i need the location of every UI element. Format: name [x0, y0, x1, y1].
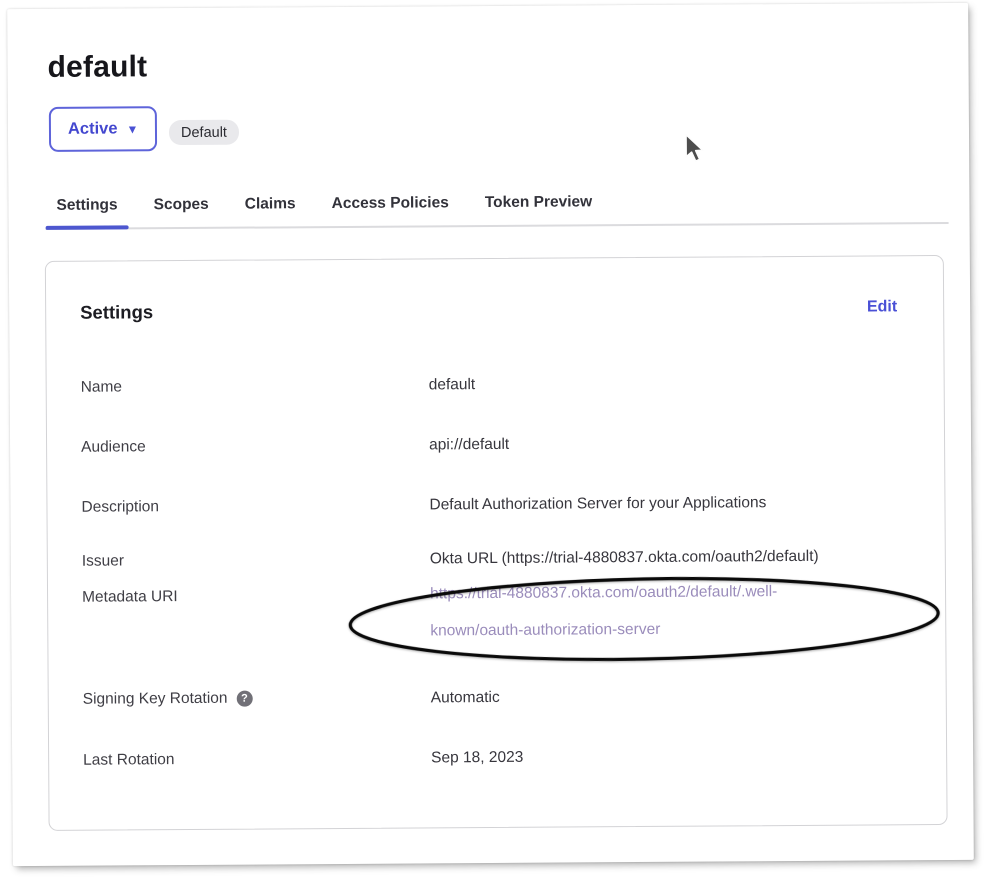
- audience-label: Audience: [81, 438, 146, 456]
- last-rotation-value: Sep 18, 2023: [431, 749, 523, 768]
- status-dropdown-label: Active: [68, 119, 118, 138]
- authorization-server-page: default Active ▼ Default Settings Scopes…: [7, 3, 974, 866]
- metadata-uri-link[interactable]: https://trial-4880837.okta.com/oauth2/de…: [430, 573, 778, 649]
- name-value: default: [429, 376, 476, 394]
- description-value: Default Authorization Server for your Ap…: [429, 494, 766, 514]
- signing-key-rotation-label: Signing Key Rotation ?: [83, 690, 253, 709]
- metadata-uri-link-line2: known/oauth-authorization-server: [430, 621, 660, 640]
- edit-button[interactable]: Edit: [867, 298, 897, 316]
- tab-access-policies[interactable]: Access Policies: [321, 190, 460, 226]
- issuer-value: Okta URL (https://trial-4880837.okta.com…: [430, 548, 819, 569]
- page-title: default: [47, 50, 147, 85]
- tab-token-preview[interactable]: Token Preview: [474, 189, 604, 225]
- name-label: Name: [81, 378, 122, 396]
- mouse-cursor-icon: [682, 133, 708, 167]
- screenshot-stage: default Active ▼ Default Settings Scopes…: [0, 0, 984, 880]
- tab-bar: Settings Scopes Claims Access Policies T…: [45, 187, 948, 230]
- settings-card-heading: Settings: [80, 301, 153, 323]
- chevron-down-icon: ▼: [126, 122, 138, 136]
- audience-value: api://default: [429, 436, 509, 455]
- metadata-uri-label: Metadata URI: [82, 588, 178, 607]
- tab-settings[interactable]: Settings: [45, 192, 128, 228]
- signing-key-rotation-value: Automatic: [431, 689, 500, 707]
- description-label: Description: [81, 498, 159, 517]
- default-badge: Default: [169, 120, 239, 145]
- status-dropdown-button[interactable]: Active ▼: [49, 106, 158, 152]
- tab-claims[interactable]: Claims: [234, 191, 307, 226]
- signing-key-rotation-label-text: Signing Key Rotation: [83, 690, 228, 709]
- settings-card: Settings Edit Name default Audience api:…: [45, 255, 948, 831]
- help-icon[interactable]: ?: [236, 691, 252, 707]
- last-rotation-label: Last Rotation: [83, 751, 174, 770]
- tab-scopes[interactable]: Scopes: [143, 192, 220, 228]
- issuer-label: Issuer: [82, 552, 124, 570]
- metadata-uri-link-line1: https://trial-4880837.okta.com/oauth2/de…: [430, 583, 777, 602]
